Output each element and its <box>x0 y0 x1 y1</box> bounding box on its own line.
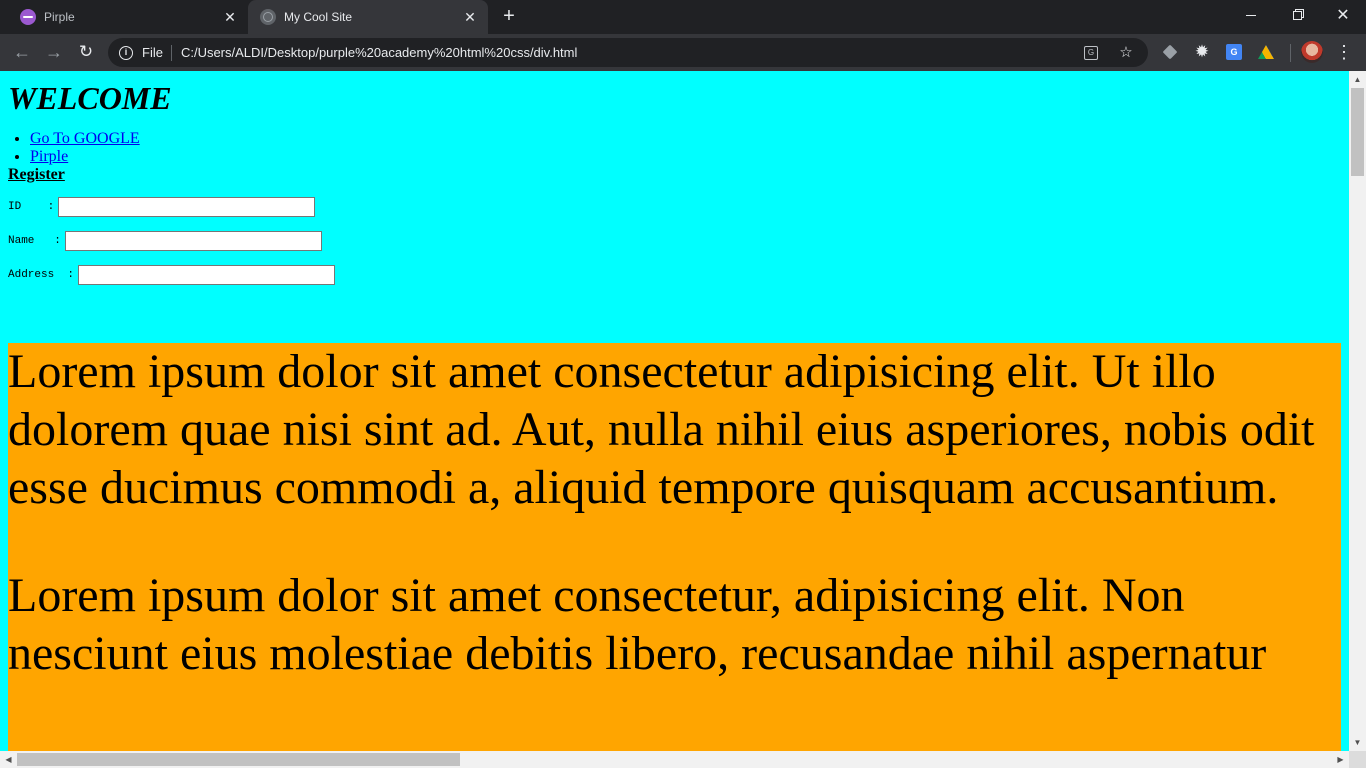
close-tab-icon[interactable]: ✕ <box>220 7 240 27</box>
new-tab-button[interactable]: + <box>497 5 521 29</box>
scroll-left-icon[interactable]: ◀ <box>0 751 17 768</box>
id-field[interactable] <box>58 197 316 217</box>
page-heading: WELCOME <box>8 80 172 116</box>
reload-button[interactable]: ↻ <box>72 38 100 66</box>
drive-extension-icon[interactable] <box>1256 42 1276 62</box>
horizontal-scrollbar[interactable]: ◀ ▶ <box>0 751 1349 768</box>
paragraph: Lorem ipsum dolor sit amet consectetur, … <box>8 569 1267 680</box>
close-tab-icon[interactable]: ✕ <box>460 7 480 27</box>
vertical-scroll-thumb[interactable] <box>1351 88 1364 176</box>
settings-extension-icon[interactable]: ✹ <box>1192 42 1212 62</box>
url-text[interactable]: C:/Users/ALDI/Desktop/purple%20academy%2… <box>181 45 1084 60</box>
address-field[interactable] <box>78 265 336 285</box>
scroll-up-icon[interactable]: ▲ <box>1349 71 1366 88</box>
list-item: Go To GOOGLE <box>30 130 1341 148</box>
divider <box>170 44 172 61</box>
address-row: Address : <box>8 265 1341 285</box>
info-icon[interactable]: i <box>119 45 133 60</box>
horizontal-scroll-thumb[interactable] <box>17 753 460 766</box>
forward-button[interactable]: → <box>40 38 68 66</box>
id-label: ID : <box>8 201 55 213</box>
page-body: WELCOME Go To GOOGLE Pirple Register ID … <box>0 71 1349 751</box>
tab-title: My Cool Site <box>284 10 353 24</box>
name-label: Name : <box>8 235 61 247</box>
reload-icon: ↻ <box>78 42 94 61</box>
globe-favicon-icon <box>260 9 276 25</box>
translate-icon[interactable]: G <box>1084 45 1098 60</box>
list-item: Pirple <box>30 148 1341 166</box>
layers-extension-icon[interactable] <box>1160 42 1180 62</box>
arrow-left-icon: ← <box>13 42 31 62</box>
tab-title: Pirple <box>44 10 75 24</box>
minimize-icon <box>1246 14 1256 16</box>
name-field[interactable] <box>64 231 322 251</box>
minimize-window-button[interactable] <box>1228 0 1274 30</box>
pirple-link[interactable]: Pirple <box>30 148 68 165</box>
bookmark-star-icon[interactable]: ☆ <box>1116 43 1136 63</box>
profile-avatar[interactable] <box>1301 41 1323 63</box>
tab-pirple[interactable]: Pirple ✕ <box>8 0 248 34</box>
google-translate-extension-icon[interactable]: G <box>1224 42 1244 62</box>
vertical-scrollbar[interactable]: ▲ ▼ <box>1349 71 1366 751</box>
browser-toolbar: ← → ↻ i File C:/Users/ALDI/Desktop/purpl… <box>0 34 1366 71</box>
scroll-down-icon[interactable]: ▼ <box>1349 734 1366 751</box>
link-list: Go To GOOGLE Pirple <box>8 130 1341 166</box>
restore-icon <box>1292 10 1302 20</box>
back-button[interactable]: ← <box>8 38 36 66</box>
restore-window-button[interactable] <box>1274 0 1320 30</box>
register-title: Register <box>8 166 65 183</box>
arrow-right-icon: → <box>45 42 63 62</box>
address-label: Address : <box>8 269 75 281</box>
close-window-button[interactable]: ✕ <box>1320 0 1366 30</box>
divider <box>1290 44 1291 62</box>
content-box: Lorem ipsum dolor sit amet consectetur a… <box>8 343 1341 751</box>
tab-my-cool-site[interactable]: My Cool Site ✕ <box>248 0 488 34</box>
name-row: Name : <box>8 231 1341 251</box>
id-row: ID : <box>8 197 1341 217</box>
google-link[interactable]: Go To GOOGLE <box>30 130 140 147</box>
more-vert-icon[interactable]: ⋮ <box>1334 38 1354 66</box>
pirple-favicon-icon <box>20 9 36 25</box>
address-bar[interactable]: i File C:/Users/ALDI/Desktop/purple%20ac… <box>108 38 1148 67</box>
scroll-corner <box>1349 751 1366 768</box>
page-viewport: WELCOME Go To GOOGLE Pirple Register ID … <box>0 71 1366 768</box>
scheme-label: File <box>142 45 163 60</box>
paragraph: Lorem ipsum dolor sit amet consectetur a… <box>8 345 1315 514</box>
scroll-right-icon[interactable]: ▶ <box>1332 751 1349 768</box>
tab-strip: Pirple ✕ My Cool Site ✕ + ✕ <box>0 0 1366 34</box>
